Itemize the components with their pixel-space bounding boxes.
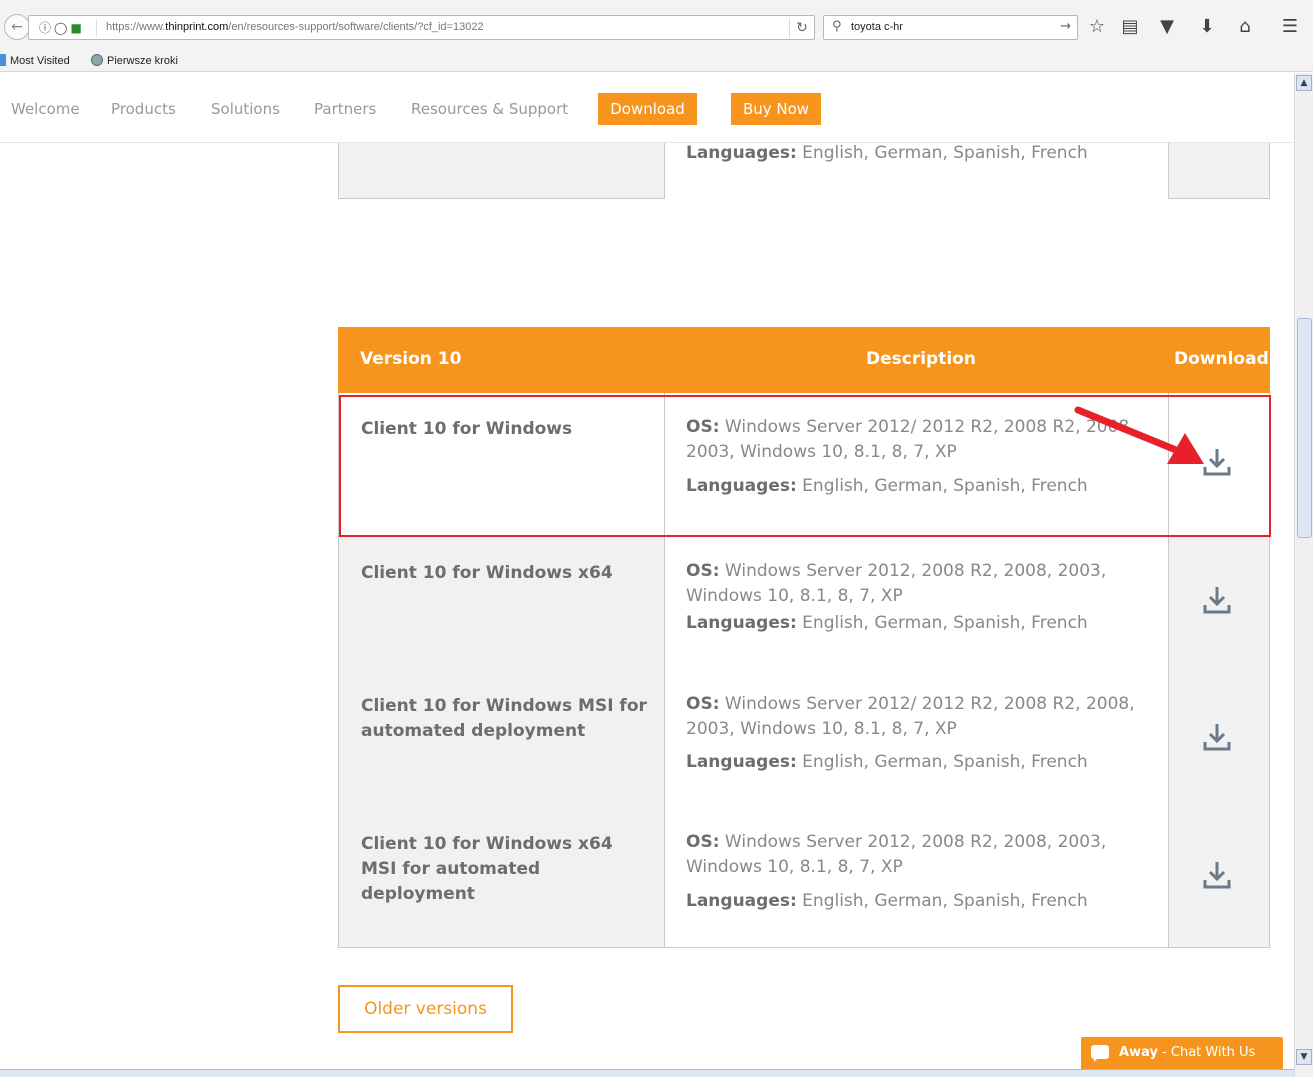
search-bar[interactable]: ⚲ toyota c-hr → [823,15,1078,40]
languages-label: Languages: [686,476,797,496]
bookmark-label: Most Visited [10,55,70,67]
download-arrow-icon[interactable]: ⬇ [1195,15,1219,39]
pocket-icon[interactable]: ▼ [1155,15,1179,39]
bookmark-label: Pierwsze kroki [107,55,178,67]
download-icon[interactable] [1200,858,1234,892]
reading-list-icon[interactable]: ▤ [1118,15,1142,39]
client-name: Client 10 for Windows [361,419,573,439]
chat-label: Away - Chat With Us [1119,1045,1255,1060]
url-domain: thinprint.com [165,21,229,33]
reload-icon[interactable]: ↻ [789,18,814,38]
previous-description-cell: Languages: English, German, Spanish, Fre… [664,143,1169,199]
url-path: /en/resources-support/software/clients/?… [228,21,484,33]
table-row: Client 10 for Windows MSI for automated … [338,670,1270,808]
nav-partners[interactable]: Partners [314,100,376,118]
client-name: Client 10 for Windows MSI for automated … [361,696,647,741]
url-prefix: https://www. [106,21,166,33]
site-nav: Welcome Products Solutions Partners Reso… [0,73,1294,143]
vertical-scrollbar[interactable]: ▲ ▼ [1294,73,1313,1077]
lock-icon[interactable]: ■ [70,21,84,35]
description-cell: OS: Windows Server 2012, 2008 R2, 2008, … [664,808,1169,947]
search-icon: ⚲ [832,19,842,34]
os-value: Windows Server 2012/ 2012 R2, 2008 R2, 2… [686,417,1135,462]
client-name: Client 10 for Windows x64 [361,563,613,583]
languages-line: Languages: English, German, Spanish, Fre… [686,752,1088,772]
table-header: Version 10 Description Download [338,327,1270,393]
scroll-up-icon[interactable]: ▲ [1296,75,1312,91]
download-icon[interactable] [1200,583,1234,617]
client-name: Client 10 for Windows x64 MSI for automa… [361,834,613,904]
nav-buy-now-button[interactable]: Buy Now [731,93,821,125]
url-text[interactable]: https://www.thinprint.com/en/resources-s… [106,21,484,33]
os-line: OS: Windows Server 2012/ 2012 R2, 2008 R… [686,692,1156,742]
languages-line: Languages: English, German, Spanish, Fre… [686,476,1088,496]
os-value: Windows Server 2012/ 2012 R2, 2008 R2, 2… [686,694,1135,739]
languages-line: Languages: English, German, Spanish, Fre… [686,143,1088,163]
url-bar[interactable]: ⓘ◯■ https://www.thinprint.com/en/resourc… [28,15,815,40]
os-value: Windows Server 2012, 2008 R2, 2008, 2003… [686,832,1107,877]
older-versions-button[interactable]: Older versions [338,985,513,1033]
header-description: Description [866,349,976,369]
languages-label: Languages: [686,613,797,633]
chat-status: Away [1119,1045,1158,1060]
os-value: Windows Server 2012, 2008 R2, 2008, 2003… [686,561,1107,606]
star-icon[interactable]: ☆ [1085,15,1109,39]
chat-bubble-icon [1091,1045,1109,1062]
nav-products[interactable]: Products [111,100,176,118]
home-icon[interactable]: ⌂ [1233,15,1257,39]
nav-welcome[interactable]: Welcome [11,100,80,118]
folder-icon [0,54,6,66]
languages-value: English, German, Spanish, French [802,752,1088,772]
bookmark-pierwsze-kroki[interactable]: Pierwsze kroki [91,54,178,67]
download-icon[interactable] [1200,720,1234,754]
previous-version-table: Languages: English, German, Spanish, Fre… [338,143,1270,199]
languages-label: Languages: [686,143,797,163]
menu-icon[interactable]: ☰ [1278,15,1302,39]
nav-download-button[interactable]: Download [598,93,697,125]
horizontal-scrollbar[interactable] [0,1069,1294,1077]
nav-resources-support[interactable]: Resources & Support [411,100,568,118]
header-download: Download [1174,349,1269,369]
os-label: OS: [686,417,720,437]
scroll-down-icon[interactable]: ▼ [1296,1049,1312,1065]
languages-value: English, German, Spanish, French [802,891,1088,911]
url-separator [96,19,97,36]
os-label: OS: [686,694,720,714]
scroll-thumb[interactable] [1297,318,1312,538]
arrow-right-icon[interactable]: → [1060,19,1071,34]
os-line: OS: Windows Server 2012, 2008 R2, 2008, … [686,830,1156,880]
browser-toolbar: ← ⓘ◯■ https://www.thinprint.com/en/resou… [0,0,1313,50]
languages-line: Languages: English, German, Spanish, Fre… [686,613,1088,633]
search-input[interactable]: toyota c-hr [851,21,903,33]
description-cell: OS: Windows Server 2012, 2008 R2, 2008, … [664,537,1169,670]
bookmarks-bar: Most Visited Pierwsze kroki [0,50,1313,72]
os-line: OS: Windows Server 2012, 2008 R2, 2008, … [686,559,1156,609]
chat-text: - Chat With Us [1157,1045,1256,1060]
languages-value: English, German, Spanish, French [802,613,1088,633]
globe-icon [91,54,103,66]
os-label: OS: [686,561,720,581]
languages-label: Languages: [686,752,797,772]
annotation-arrow-icon [1074,406,1204,464]
bookmark-most-visited[interactable]: Most Visited [0,54,70,67]
info-icon[interactable]: ⓘ [39,21,54,35]
languages-line: Languages: English, German, Spanish, Fre… [686,891,1088,911]
table-row: Client 10 for Windows x64 OS: Windows Se… [338,537,1270,670]
languages-label: Languages: [686,891,797,911]
back-icon[interactable]: ← [4,14,30,40]
languages-value: English, German, Spanish, French [802,476,1088,496]
description-cell: OS: Windows Server 2012/ 2012 R2, 2008 R… [664,670,1169,808]
os-label: OS: [686,832,720,852]
header-version: Version 10 [360,349,462,369]
shield-icon[interactable]: ◯ [54,21,70,35]
languages-value: English, German, Spanish, French [802,143,1088,163]
chat-widget[interactable]: Away - Chat With Us [1081,1037,1283,1069]
site-identity-icons[interactable]: ⓘ◯■ [39,19,85,36]
table-row: Client 10 for Windows x64 MSI for automa… [338,808,1270,948]
nav-solutions[interactable]: Solutions [211,100,280,118]
